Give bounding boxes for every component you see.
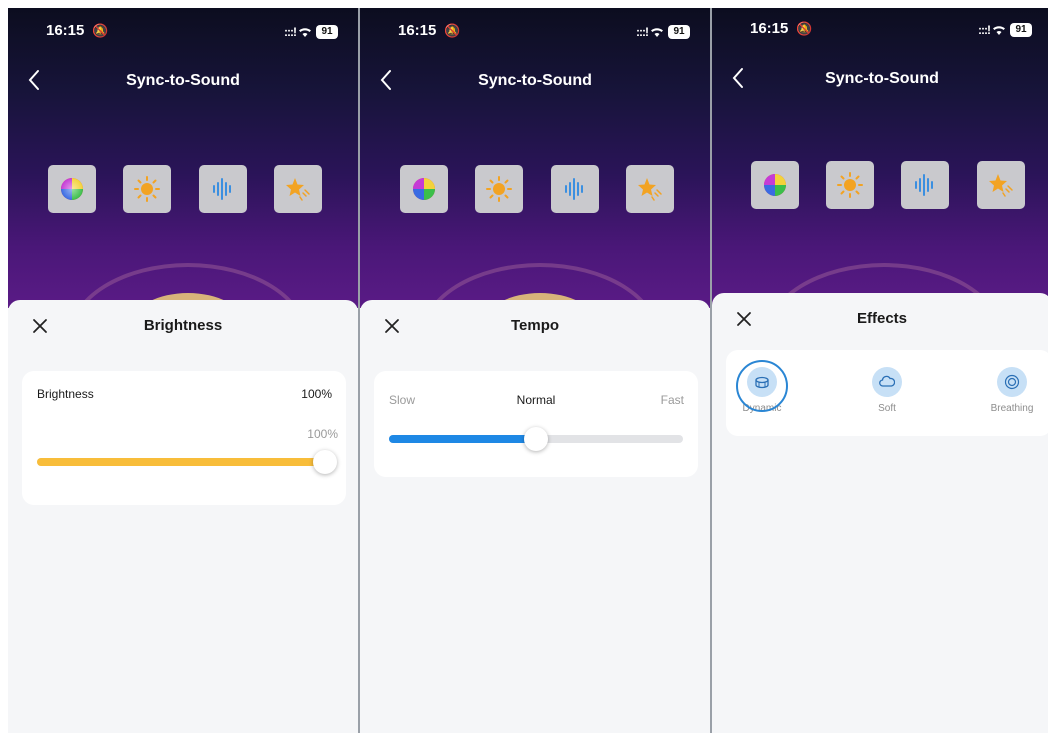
effect-circle	[997, 367, 1027, 397]
brightness-sheet: Brightness Brightness 100% 100%	[8, 300, 358, 733]
drum-icon	[755, 376, 769, 389]
slider-readout: 100%	[307, 427, 338, 441]
screens-row: 16:15 🔕 :::! 91 Sync-to-Sound Brightness…	[8, 8, 1048, 733]
status-time: 16:15	[46, 22, 85, 39]
mode-color-button[interactable]	[751, 161, 799, 209]
brightness-slider-thumb[interactable]	[313, 450, 337, 474]
mode-effects-button[interactable]	[977, 161, 1025, 209]
battery-icon: 91	[316, 25, 338, 39]
sun-brightness-icon	[486, 176, 512, 202]
color-wheel-icon	[413, 178, 435, 200]
sheet-title: Tempo	[510, 317, 560, 334]
tempo-sheet: Tempo Slow Normal Fast	[360, 300, 710, 733]
effect-label: Breathing	[990, 403, 1034, 414]
wifi-icon	[299, 28, 311, 37]
wifi-icon	[651, 28, 663, 37]
effect-circle	[872, 367, 902, 397]
mode-effects-button[interactable]	[274, 165, 322, 213]
effects-card: Dynamic Soft Breathing	[726, 350, 1048, 436]
status-bar: 16:15 🔕 :::! 91	[712, 20, 1048, 42]
phone-screen-brightness: 16:15 🔕 :::! 91 Sync-to-Sound Brightness…	[8, 8, 358, 733]
silent-bell-icon: 🔕	[92, 23, 109, 38]
tempo-slider-thumb[interactable]	[524, 427, 548, 451]
cellular-signal-icon: :::!	[978, 23, 991, 37]
mode-music-button[interactable]	[901, 161, 949, 209]
brightness-value: 100%	[301, 387, 332, 401]
mode-brightness-button[interactable]	[123, 165, 171, 213]
silent-bell-icon: 🔕	[444, 23, 461, 38]
page-title: Sync-to-Sound	[478, 72, 592, 89]
mode-brightness-button[interactable]	[475, 165, 523, 213]
star-effects-icon	[989, 174, 1013, 197]
sound-wave-icon	[213, 178, 231, 200]
mode-brightness-button[interactable]	[826, 161, 874, 209]
tempo-current-label: Normal	[516, 393, 556, 407]
effect-dynamic[interactable]: Dynamic	[732, 360, 792, 414]
star-effects-icon	[638, 178, 662, 201]
status-time: 16:15	[750, 20, 789, 37]
mode-music-button[interactable]	[199, 165, 247, 213]
sheet-title: Brightness	[143, 317, 223, 334]
brightness-label: Brightness	[37, 387, 94, 401]
brightness-card: Brightness 100% 100%	[22, 371, 346, 505]
wifi-icon	[993, 26, 1005, 35]
brightness-slider[interactable]	[37, 450, 337, 474]
sound-wave-icon	[565, 178, 583, 200]
mode-music-button[interactable]	[551, 165, 599, 213]
battery-icon: 91	[1010, 23, 1032, 37]
sun-brightness-icon	[837, 172, 863, 198]
sound-wave-icon	[915, 174, 933, 196]
cellular-signal-icon: :::!	[636, 25, 649, 39]
color-wheel-icon	[61, 178, 83, 200]
concentric-circles-icon	[1004, 374, 1020, 390]
tempo-card: Slow Normal Fast	[374, 371, 698, 477]
star-effects-icon	[286, 178, 310, 201]
effect-breathing[interactable]: Breathing	[982, 367, 1042, 414]
tempo-slider-fill	[389, 435, 536, 443]
color-wheel-icon	[764, 174, 786, 196]
effects-sheet: Effects Dynamic Soft Breathing	[712, 293, 1048, 733]
page-title: Sync-to-Sound	[126, 72, 240, 89]
mode-color-button[interactable]	[400, 165, 448, 213]
status-bar: 16:15 🔕 :::! 91	[8, 22, 358, 44]
cellular-signal-icon: :::!	[284, 25, 297, 39]
page-title: Sync-to-Sound	[825, 70, 939, 87]
mode-effects-button[interactable]	[626, 165, 674, 213]
phone-screen-tempo: 16:15 🔕 :::! 91 Sync-to-Sound Tempo Slow…	[360, 8, 710, 733]
tempo-slider[interactable]	[389, 427, 683, 451]
phone-screen-effects: 16:15 🔕 :::! 91 Sync-to-Sound Effects Dy…	[712, 8, 1048, 733]
sun-brightness-icon	[134, 176, 160, 202]
status-bar: 16:15 🔕 :::! 91	[360, 22, 710, 44]
cloud-icon	[879, 375, 895, 387]
effect-soft[interactable]: Soft	[857, 367, 917, 414]
battery-icon: 91	[668, 25, 690, 39]
brightness-slider-fill	[37, 458, 325, 466]
silent-bell-icon: 🔕	[796, 21, 813, 36]
tempo-max-label: Fast	[660, 393, 684, 407]
effect-label: Soft	[878, 403, 896, 414]
status-time: 16:15	[398, 22, 437, 39]
sheet-title: Effects	[856, 310, 908, 327]
mode-color-button[interactable]	[48, 165, 96, 213]
effect-circle	[747, 367, 777, 397]
